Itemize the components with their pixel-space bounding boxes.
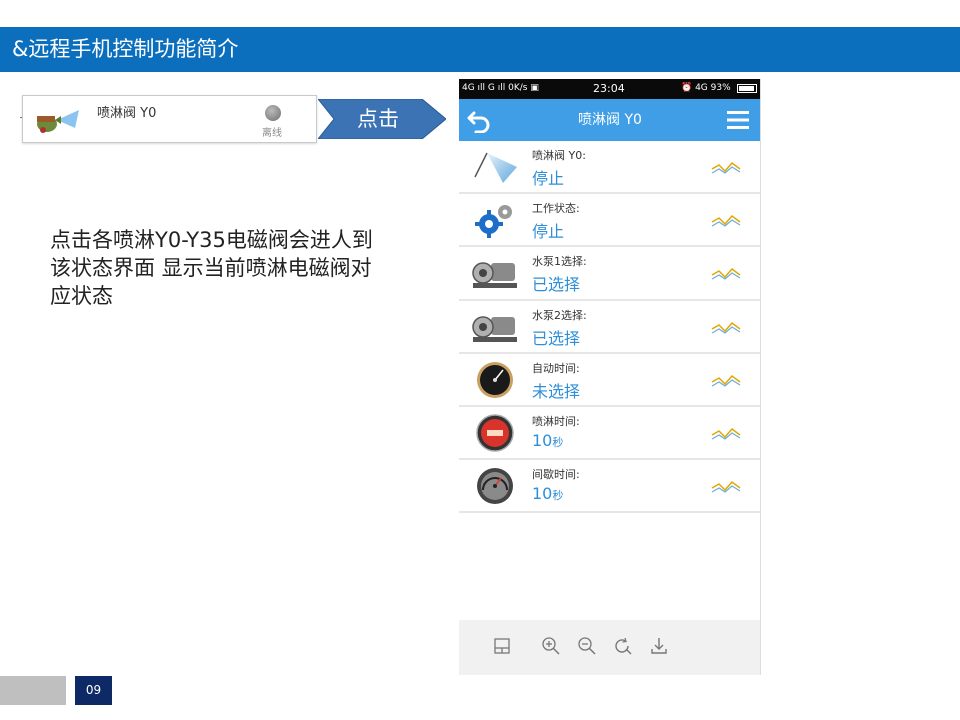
nav-title: 喷淋阀 Y0 [578,112,642,128]
battery-status: ⏰ 4G 93% [681,83,731,93]
row-value: 已选择 [532,328,581,348]
nav-bar: 喷淋阀 Y0 [459,99,760,141]
line-chart-icon[interactable] [711,263,741,283]
click-arrow-label: 点击 [357,107,399,131]
phone-screen: 4G ıll G ıll 0K/s ▣ 23:04 ⏰ 4G 93% 喷淋阀 Y… [459,79,761,675]
signal-status: 4G ıll G ıll 0K/s ▣ [462,83,539,93]
water-pump-icon [472,315,517,342]
zoom-out-icon[interactable] [577,636,597,656]
download-icon[interactable] [649,636,669,656]
water-pump-icon [472,262,517,289]
red-gauge-icon [476,414,514,452]
line-chart-icon[interactable] [711,317,741,337]
slide-title: &远程手机控制功能简介 [0,27,960,72]
row-label: 间歇时间: [532,468,580,482]
list-item[interactable]: 水泵2选择: 已选择 [459,300,760,354]
line-chart-icon[interactable] [711,210,741,230]
slide: &远程手机控制功能简介 喷淋阀 Y0 离线 点击 点击各喷淋Y0-Y35电磁阀会… [0,0,960,720]
back-arrow-icon[interactable] [467,107,493,133]
line-chart-icon[interactable] [711,423,741,443]
row-label: 喷淋时间: [532,414,580,428]
device-name: 喷淋阀 Y0 [97,106,157,121]
speedometer-icon [477,468,513,505]
layout-icon[interactable] [492,636,512,656]
offline-indicator [265,105,281,121]
row-label: 水泵1选择: [532,255,587,269]
description-text: 点击各喷淋Y0-Y35电磁阀会进人到该状态界面 显示当前喷淋电磁阀对应状态 [50,228,373,308]
row-label: 自动时间: [532,361,580,375]
row-label: 喷淋阀 Y0: [532,149,586,162]
row-value: 10秒 [532,484,564,504]
refresh-icon[interactable] [613,636,633,656]
list-item[interactable]: 间歇时间: 10秒 [459,460,760,514]
row-label: 水泵2选择: [532,308,587,322]
device-card[interactable]: 喷淋阀 Y0 离线 [22,95,317,143]
line-chart-icon[interactable] [711,476,741,496]
line-chart-icon[interactable] [711,370,741,390]
row-label: 工作状态: [532,202,580,216]
list-item[interactable]: 喷淋阀 Y0: 停止 [459,141,760,195]
page-number: 09 [75,676,112,705]
status-bar: 4G ıll G ıll 0K/s ▣ 23:04 ⏰ 4G 93% [459,79,760,99]
gears-icon [475,205,512,239]
bottom-toolbar [459,620,760,675]
list-item[interactable]: 水泵1选择: 已选择 [459,247,760,301]
dial-gauge-icon [477,361,513,398]
status-list: 喷淋阀 Y0: 停止 工作状态: 停止 水泵1选择: 已选择 水泵2选择: 已选… [459,141,760,514]
row-value: 10秒 [532,430,564,450]
row-value: 停止 [532,169,565,188]
zoom-in-icon[interactable] [541,636,561,656]
hamburger-menu-icon[interactable] [727,109,749,131]
line-chart-icon[interactable] [711,157,741,177]
sprinkler-icon [474,152,517,183]
row-value: 停止 [532,222,565,242]
row-value: 未选择 [532,381,581,401]
footer-bar [0,676,66,705]
device-status: 离线 [262,128,282,139]
row-value: 已选择 [532,275,581,295]
clock: 23:04 [593,82,625,95]
battery-icon [737,84,757,93]
list-item[interactable]: 喷淋时间: 10秒 [459,406,760,461]
sprinkler-valve-icon [37,110,79,133]
list-item[interactable]: 自动时间: 未选择 [459,353,760,407]
list-item[interactable]: 工作状态: 停止 [459,194,760,248]
